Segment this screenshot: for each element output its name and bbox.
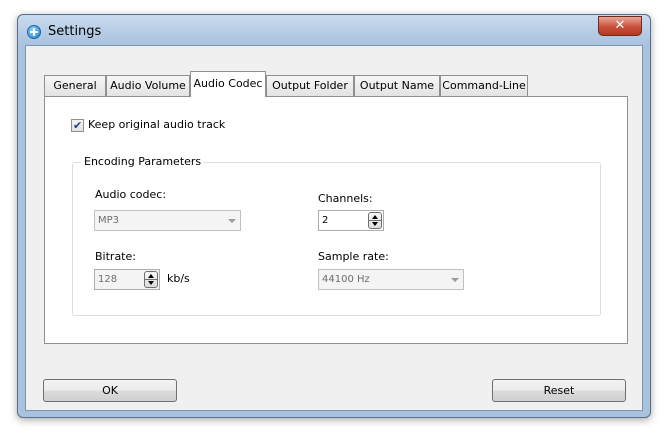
tab-command-line[interactable]: Command-Line — [440, 75, 528, 96]
tab-audio-volume[interactable]: Audio Volume — [106, 75, 190, 96]
bitrate-unit: kb/s — [167, 272, 190, 285]
app-plus-icon — [27, 25, 41, 39]
bitrate-stepper[interactable]: 128 — [94, 269, 160, 290]
keep-original-audio-checkbox[interactable]: ✔ — [71, 119, 84, 132]
tab-output-name[interactable]: Output Name — [354, 75, 440, 96]
channels-spin-icon[interactable] — [368, 212, 382, 229]
sample-rate-select[interactable]: 44100 Hz — [318, 269, 464, 290]
checkmark-icon: ✔ — [73, 119, 83, 132]
encoding-parameters-group: Encoding Parameters Audio codec: MP3 Cha… — [72, 155, 601, 316]
tab-general[interactable]: General — [44, 75, 106, 96]
encoding-parameters-title: Encoding Parameters — [81, 155, 205, 168]
audio-codec-select[interactable]: MP3 — [94, 210, 241, 231]
channels-stepper[interactable]: 2 — [318, 210, 384, 231]
chevron-down-icon — [228, 219, 236, 223]
audio-codec-panel: ✔ Keep original audio track Encoding Par… — [44, 96, 628, 344]
channels-value: 2 — [322, 215, 329, 226]
tab-audio-codec[interactable]: Audio Codec — [190, 71, 266, 97]
sample-rate-label: Sample rate: — [318, 250, 389, 263]
title-bar[interactable]: Settings ✕ — [18, 15, 650, 45]
chevron-down-icon — [451, 278, 459, 282]
keep-original-audio-label[interactable]: Keep original audio track — [88, 118, 225, 131]
audio-codec-value: MP3 — [98, 215, 120, 226]
window-title: Settings — [48, 24, 102, 39]
bitrate-spin-icon[interactable] — [144, 271, 158, 288]
audio-codec-label: Audio codec: — [95, 188, 167, 201]
sample-rate-value: 44100 Hz — [322, 274, 370, 285]
ok-button[interactable]: OK — [43, 379, 177, 402]
bitrate-label: Bitrate: — [95, 250, 136, 263]
reset-button[interactable]: Reset — [492, 379, 626, 402]
bitrate-value: 128 — [98, 274, 118, 285]
close-button[interactable]: ✕ — [598, 16, 642, 36]
settings-window: Settings ✕ General Audio Volume Audio Co… — [17, 14, 651, 418]
channels-label: Channels: — [318, 192, 373, 205]
tab-output-folder[interactable]: Output Folder — [266, 75, 354, 96]
dialog-client-area: General Audio Volume Audio Codec Output … — [25, 45, 643, 411]
